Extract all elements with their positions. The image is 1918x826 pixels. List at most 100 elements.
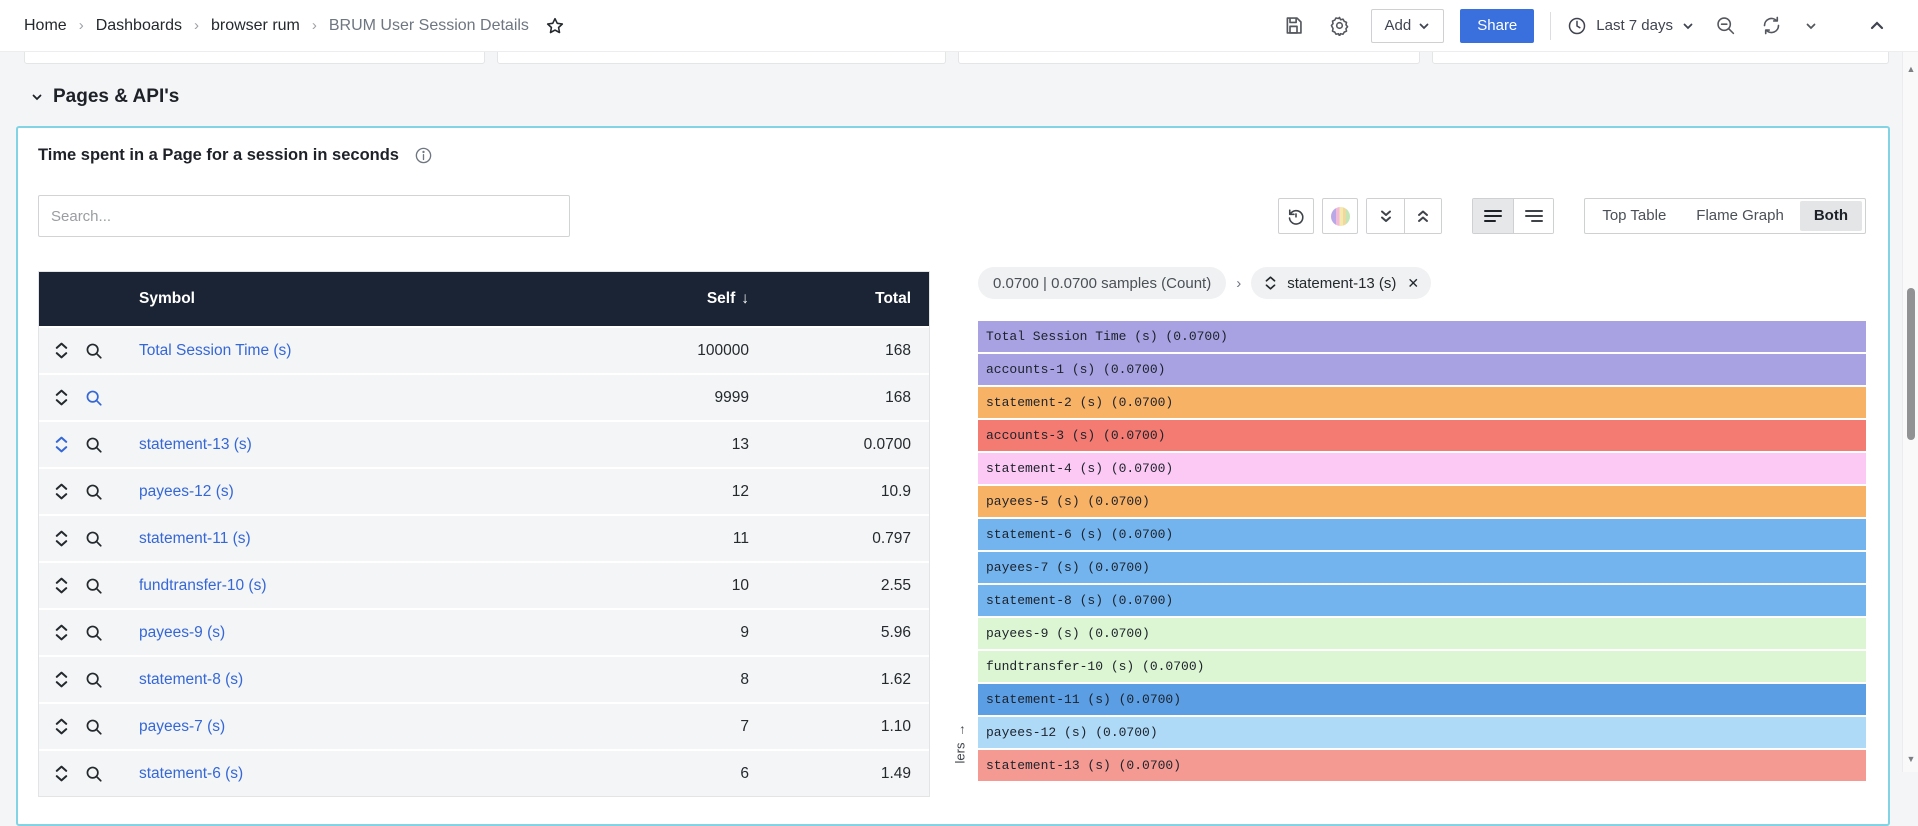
- sandwich-focus-icon[interactable]: [53, 623, 70, 642]
- column-header-symbol[interactable]: Symbol: [139, 290, 629, 308]
- info-icon[interactable]: [414, 146, 433, 165]
- total-value: 168: [749, 389, 929, 407]
- symbol-link[interactable]: statement-11 (s): [139, 530, 251, 547]
- flame-graph-toolbar: Top TableFlame GraphBoth: [1278, 198, 1866, 234]
- view-mode-flame-graph[interactable]: Flame Graph: [1682, 201, 1798, 231]
- collapse-controls-chevron-up-icon[interactable]: [1862, 11, 1892, 41]
- align-labels-left-icon[interactable]: [1473, 199, 1513, 233]
- symbol-link[interactable]: statement-13 (s): [139, 436, 252, 453]
- self-value: 6: [629, 765, 749, 783]
- row-pages-and-apis[interactable]: Pages & API's: [30, 86, 179, 108]
- time-range-picker[interactable]: Last 7 days: [1567, 16, 1694, 36]
- symbol-link[interactable]: statement-6 (s): [139, 765, 243, 782]
- column-header-self[interactable]: Self ↓: [629, 290, 749, 308]
- flame-bar[interactable]: statement-11 (s) (0.0700): [978, 684, 1866, 715]
- flame-bar[interactable]: statement-8 (s) (0.0700): [978, 585, 1866, 616]
- sandwich-focus-icon[interactable]: [53, 576, 70, 595]
- sandwich-focus-icon[interactable]: [53, 388, 70, 407]
- search-symbol-icon[interactable]: [85, 624, 103, 642]
- flame-breadcrumb: 0.0700 | 0.0700 samples (Count) › statem…: [978, 267, 1866, 299]
- table-row: 9999168: [39, 375, 929, 420]
- zoom-out-time-icon[interactable]: [1710, 11, 1740, 41]
- panel-title: Time spent in a Page for a session in se…: [38, 146, 399, 165]
- self-value: 9: [629, 624, 749, 642]
- search-symbol-icon[interactable]: [85, 342, 103, 360]
- total-value: 0.0700: [749, 436, 929, 454]
- total-value: 5.96: [749, 624, 929, 642]
- view-mode-top-table[interactable]: Top Table: [1588, 201, 1680, 231]
- symbol-link[interactable]: statement-8 (s): [139, 671, 243, 688]
- search-input[interactable]: [38, 195, 570, 237]
- search-symbol-icon[interactable]: [85, 671, 103, 689]
- flame-bar[interactable]: payees-9 (s) (0.0700): [978, 618, 1866, 649]
- self-value: 12: [629, 483, 749, 501]
- add-button[interactable]: Add: [1371, 9, 1445, 43]
- total-value: 10.9: [749, 483, 929, 501]
- flame-bar[interactable]: statement-2 (s) (0.0700): [978, 387, 1866, 418]
- flame-bar[interactable]: statement-4 (s) (0.0700): [978, 453, 1866, 484]
- save-dashboard-icon[interactable]: [1279, 11, 1309, 41]
- flame-bar[interactable]: accounts-1 (s) (0.0700): [978, 354, 1866, 385]
- search-symbol-icon[interactable]: [85, 718, 103, 736]
- symbol-link[interactable]: payees-12 (s): [139, 483, 234, 500]
- flame-bar[interactable]: Total Session Time (s) (0.0700): [978, 321, 1866, 352]
- symbol-link[interactable]: fundtransfer-10 (s): [139, 577, 267, 594]
- flame-bar[interactable]: accounts-3 (s) (0.0700): [978, 420, 1866, 451]
- search-symbol-icon[interactable]: [85, 530, 103, 548]
- favorite-star-icon[interactable]: [545, 16, 565, 36]
- expand-all-icon[interactable]: [1404, 199, 1441, 233]
- total-value: 1.49: [749, 765, 929, 783]
- flame-bar[interactable]: fundtransfer-10 (s) (0.0700): [978, 651, 1866, 682]
- flame-bar[interactable]: payees-7 (s) (0.0700): [978, 552, 1866, 583]
- search-symbol-icon[interactable]: [85, 765, 103, 783]
- collapse-all-icon[interactable]: [1367, 199, 1404, 233]
- chevron-down-icon: [30, 90, 44, 104]
- symbol-link[interactable]: payees-7 (s): [139, 718, 225, 735]
- refresh-interval-chevron-icon[interactable]: [1802, 11, 1820, 41]
- scrollbar-thumb[interactable]: [1907, 288, 1915, 440]
- dashboard-settings-gear-icon[interactable]: [1325, 11, 1355, 41]
- symbol-link[interactable]: Total Session Time (s): [139, 342, 291, 359]
- search-symbol-icon[interactable]: [85, 389, 103, 407]
- sandwich-focus-icon[interactable]: [53, 482, 70, 501]
- symbol-link[interactable]: payees-9 (s): [139, 624, 225, 641]
- up-arrow-icon: →: [953, 724, 968, 737]
- breadcrumb-separator-icon: ›: [194, 17, 199, 34]
- share-button[interactable]: Share: [1460, 9, 1534, 43]
- remove-focus-close-icon[interactable]: ✕: [1407, 275, 1419, 292]
- sandwich-focus-icon[interactable]: [53, 717, 70, 736]
- sandwich-focus-icon[interactable]: [53, 764, 70, 783]
- samples-count-chip: 0.0700 | 0.0700 samples (Count): [978, 267, 1226, 299]
- view-mode-group: Top TableFlame GraphBoth: [1584, 198, 1866, 234]
- flame-bar[interactable]: statement-6 (s) (0.0700): [978, 519, 1866, 550]
- scroll-up-arrow-icon[interactable]: ▲: [1903, 64, 1918, 74]
- sandwich-focus-icon[interactable]: [53, 670, 70, 689]
- align-labels-right-icon[interactable]: [1513, 199, 1553, 233]
- table-row: payees-9 (s) 95.96: [39, 610, 929, 655]
- table-header: Symbol Self ↓ Total: [39, 272, 929, 326]
- column-header-total[interactable]: Total: [749, 290, 929, 308]
- search-symbol-icon[interactable]: [85, 436, 103, 454]
- flame-bar[interactable]: statement-13 (s) (0.0700): [978, 750, 1866, 781]
- focused-symbol-chip[interactable]: statement-13 (s) ✕: [1251, 267, 1431, 299]
- chevron-down-icon: [1418, 20, 1430, 32]
- reset-focus-history-icon[interactable]: [1278, 198, 1314, 234]
- flame-bar[interactable]: payees-12 (s) (0.0700): [978, 717, 1866, 748]
- view-mode-both[interactable]: Both: [1800, 201, 1862, 231]
- color-scheme-palette-icon[interactable]: [1322, 198, 1358, 234]
- breadcrumb-item[interactable]: Dashboards: [96, 17, 182, 35]
- sandwich-focus-icon[interactable]: [53, 435, 70, 454]
- scroll-down-arrow-icon[interactable]: ▼: [1903, 754, 1918, 764]
- text-align-group: [1472, 198, 1554, 234]
- search-symbol-icon[interactable]: [85, 577, 103, 595]
- breadcrumb-item[interactable]: Home: [24, 17, 67, 35]
- table-row: payees-12 (s) 1210.9: [39, 469, 929, 514]
- refresh-icon[interactable]: [1756, 11, 1786, 41]
- breadcrumb-item[interactable]: BRUM User Session Details: [329, 17, 529, 35]
- self-value: 13: [629, 436, 749, 454]
- search-symbol-icon[interactable]: [85, 483, 103, 501]
- sandwich-focus-icon[interactable]: [53, 341, 70, 360]
- flame-bar[interactable]: payees-5 (s) (0.0700): [978, 486, 1866, 517]
- sandwich-focus-icon[interactable]: [53, 529, 70, 548]
- breadcrumb-item[interactable]: browser rum: [211, 17, 300, 35]
